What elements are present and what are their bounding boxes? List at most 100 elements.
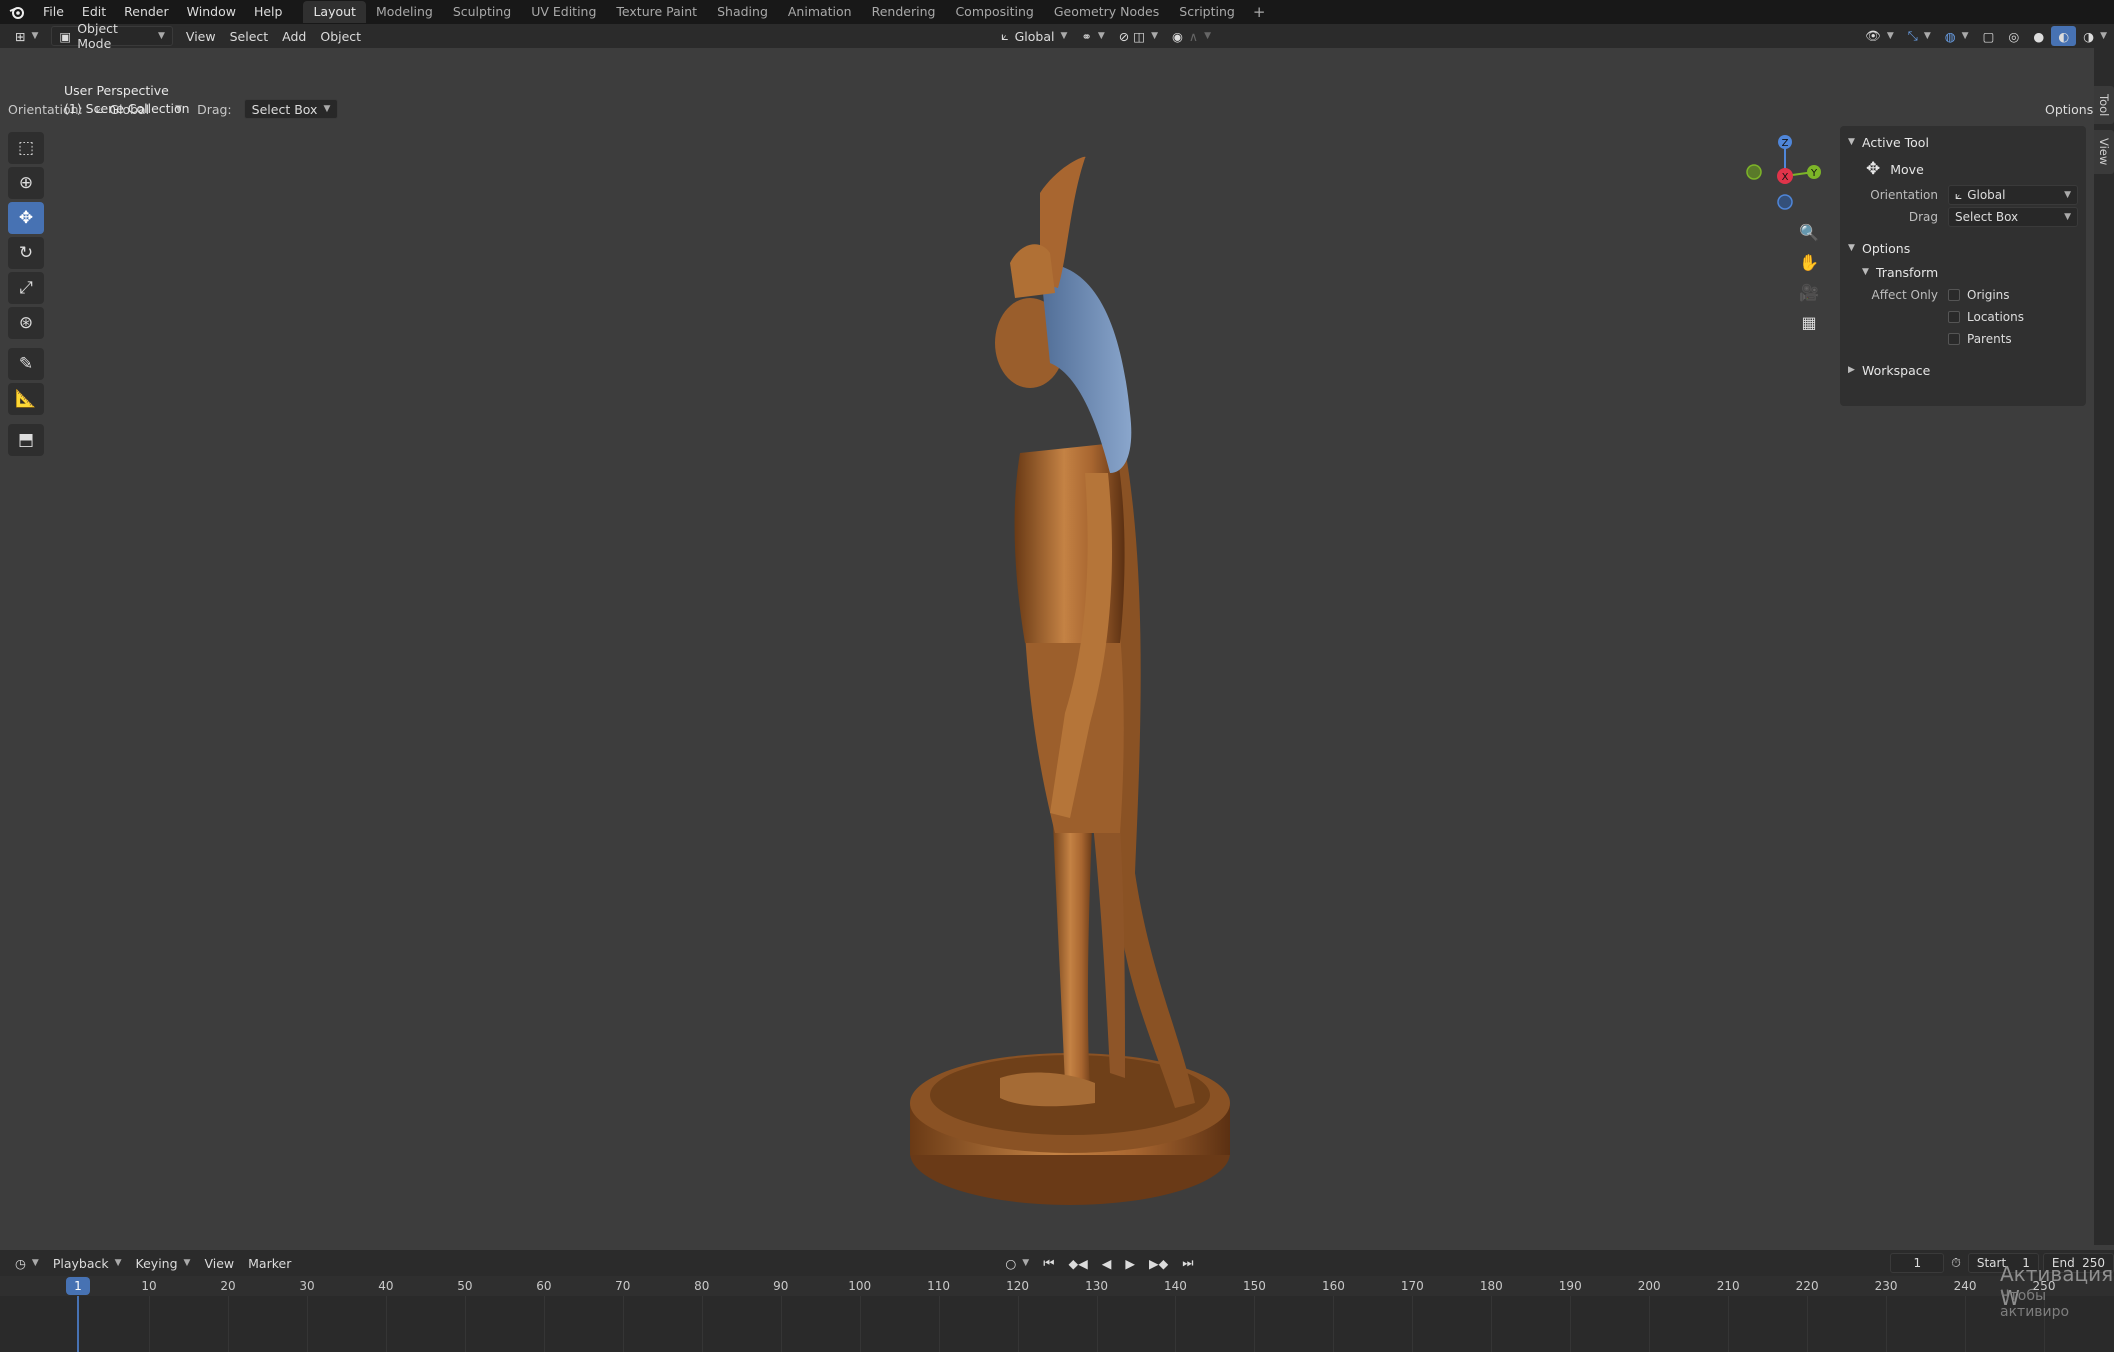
timeline-editor-type-button[interactable]: ◷ ▼ xyxy=(8,1253,46,1273)
timeline-view-menu[interactable]: View xyxy=(197,1253,241,1273)
3d-viewport[interactable]: Orientation: ⟀ Global ▼ Drag: Select Box… xyxy=(0,48,2106,1245)
marker-menu[interactable]: Marker xyxy=(241,1253,298,1273)
move-arrows-icon: ✥ xyxy=(1866,159,1881,179)
timeline-header: ◷ ▼ Playback ▼ Keying ▼ View Marker ○ ▼ ⏮ ◆◀… xyxy=(0,1250,2114,1276)
statue-model[interactable] xyxy=(890,113,1250,1243)
drag-dropdown[interactable]: Select Box ▼ xyxy=(243,99,339,119)
tab-compositing[interactable]: Compositing xyxy=(945,1,1043,23)
transform-tool[interactable]: ⊛ xyxy=(8,307,44,339)
visibility-button[interactable]: 👁 ▼ xyxy=(1858,26,1901,46)
menu-object[interactable]: Object xyxy=(313,26,368,46)
prev-keyframe-button[interactable]: ◆◀ xyxy=(1061,1253,1094,1273)
measure-tool[interactable]: 📐 xyxy=(8,383,44,415)
ruler-tick-label: 40 xyxy=(378,1279,394,1293)
jump-start-button[interactable]: ⏮ xyxy=(1036,1253,1061,1273)
shading-material-button[interactable]: ◐ xyxy=(2051,26,2077,46)
ruler-gridline xyxy=(780,1296,782,1352)
play-button[interactable]: ▶ xyxy=(1118,1253,1142,1273)
active-tool-header[interactable]: ▼ Active Tool xyxy=(1848,130,2078,154)
orientation-label: Orientation xyxy=(1870,188,1938,202)
playback-menu[interactable]: Playback ▼ xyxy=(46,1253,129,1273)
current-frame-field[interactable]: 1 xyxy=(1890,1253,1945,1273)
npanel-orientation-dropdown[interactable]: ⟀ Global ▼ xyxy=(1948,185,2078,205)
frame-ruler[interactable]: 1 10 20 30 40 50 60 70 80 90 100 110 120 130 140 150 160… xyxy=(0,1276,2114,1296)
shading-rendered-button[interactable]: ◑ ▼ xyxy=(2076,26,2114,46)
transform-subheader[interactable]: ▼ Transform xyxy=(1848,260,2078,284)
menu-help[interactable]: Help xyxy=(245,0,292,24)
tab-texture-paint[interactable]: Texture Paint xyxy=(606,1,707,23)
tab-rendering[interactable]: Rendering xyxy=(862,1,946,23)
tab-tool[interactable]: Tool xyxy=(2094,86,2114,125)
menu-add[interactable]: Add xyxy=(275,26,313,46)
pan-button[interactable]: ✋ xyxy=(1794,248,1824,276)
tab-geometry-nodes[interactable]: Geometry Nodes xyxy=(1044,1,1169,23)
menu-view[interactable]: View xyxy=(179,26,223,46)
rotate-tool[interactable]: ↻ xyxy=(8,237,44,269)
pivot-point-button[interactable]: ⚭ ▼ xyxy=(1074,26,1111,46)
npanel-drag-dropdown[interactable]: Select Box ▼ xyxy=(1948,207,2078,227)
menu-file[interactable]: File xyxy=(34,0,73,24)
gizmo-toggle-button[interactable]: ⤡ ▼ xyxy=(1901,26,1938,46)
locations-row: Locations xyxy=(1848,306,2078,328)
workspace-header[interactable]: ▶ Workspace xyxy=(1848,358,2078,382)
tab-sculpting[interactable]: Sculpting xyxy=(443,1,521,23)
playhead-line[interactable] xyxy=(77,1296,79,1352)
ruler-tick-label: 90 xyxy=(773,1279,789,1293)
move-tool[interactable]: ✥ xyxy=(8,202,44,234)
tab-scripting[interactable]: Scripting xyxy=(1169,1,1245,23)
ruler-gridline xyxy=(464,1296,466,1352)
jump-end-button[interactable]: ⏭ xyxy=(1175,1253,1200,1273)
pencil-icon: ✎ xyxy=(18,354,34,374)
camera-view-button[interactable]: 🎥 xyxy=(1794,278,1824,306)
preview-range-button[interactable]: ⏱ xyxy=(1944,1253,1968,1273)
chevron-down-icon: ▼ xyxy=(2064,190,2071,200)
shading-solid-button[interactable]: ● xyxy=(2026,26,2051,46)
play-reverse-button[interactable]: ◀ xyxy=(1095,1253,1119,1273)
auto-keying-button[interactable]: ○ ▼ xyxy=(998,1253,1036,1273)
menu-window[interactable]: Window xyxy=(178,0,245,24)
origins-checkbox[interactable]: Origins xyxy=(1948,285,2010,305)
overlays-button[interactable]: ◍ ▼ xyxy=(1938,26,1976,46)
options-header[interactable]: ▼ Options xyxy=(1848,236,2078,260)
transform-orientation-dropdown[interactable]: ⟀ Global ▼ xyxy=(994,26,1074,46)
annotate-tool[interactable]: ✎ xyxy=(8,348,44,380)
tab-view[interactable]: View xyxy=(2094,130,2114,174)
select-box-tool[interactable]: ⬚ xyxy=(8,132,44,164)
perspective-toggle-button[interactable]: ▦ xyxy=(1794,308,1824,336)
gizmo-neg-z-icon[interactable] xyxy=(1777,194,1793,210)
tab-uv-editing[interactable]: UV Editing xyxy=(521,1,606,23)
cursor-tool[interactable]: ⊕ xyxy=(8,167,44,199)
zoom-button[interactable]: 🔍 xyxy=(1794,218,1824,246)
tab-modeling[interactable]: Modeling xyxy=(366,1,443,23)
locations-checkbox[interactable]: Locations xyxy=(1948,307,2024,327)
mode-dropdown[interactable]: ▣ Object Mode ▼ xyxy=(51,21,173,51)
ruler-gridline xyxy=(543,1296,545,1352)
menu-select[interactable]: Select xyxy=(223,26,276,46)
tab-shading[interactable]: Shading xyxy=(707,1,778,23)
editor-type-button[interactable]: ⊞ ▼ xyxy=(8,26,45,46)
keying-menu[interactable]: Keying ▼ xyxy=(129,1253,198,1273)
proportional-edit-button[interactable]: ◉ ∧ ▼ xyxy=(1165,26,1218,46)
checkbox-icon xyxy=(1948,289,1960,301)
tab-animation[interactable]: Animation xyxy=(778,1,862,23)
ruler-tick-label: 220 xyxy=(1795,1279,1819,1293)
add-cube-tool[interactable]: ⬒ xyxy=(8,424,44,456)
playhead-frame-badge[interactable]: 1 xyxy=(66,1277,90,1295)
scale-tool[interactable]: ⤢ xyxy=(8,272,44,304)
chevron-down-icon: ▼ xyxy=(323,104,331,114)
add-workspace-button[interactable]: + xyxy=(1245,3,1274,21)
blender-logo-icon[interactable] xyxy=(0,0,34,24)
ruler-tick-label: 140 xyxy=(1164,1279,1187,1293)
shading-wireframe-button[interactable]: ◎ xyxy=(2001,26,2026,46)
navigation-gizmo[interactable]: Z Y X xyxy=(1740,132,1830,212)
next-keyframe-button[interactable]: ▶◆ xyxy=(1142,1253,1175,1273)
gizmo-neg-y-icon[interactable] xyxy=(1746,164,1762,180)
timeline-area[interactable]: 1 10 20 30 40 50 60 70 80 90 100 110 120 130 140 150 160… xyxy=(0,1276,2114,1352)
xray-button[interactable]: ▢ xyxy=(1976,26,2002,46)
snap-button[interactable]: ⊘ ◫ ▼ xyxy=(1112,26,1165,46)
drag-value: Select Box xyxy=(251,101,318,117)
ruler-gridline xyxy=(306,1296,308,1352)
tab-layout[interactable]: Layout xyxy=(303,1,366,23)
drag-label: Drag: xyxy=(197,101,232,117)
parents-checkbox[interactable]: Parents xyxy=(1948,329,2012,349)
